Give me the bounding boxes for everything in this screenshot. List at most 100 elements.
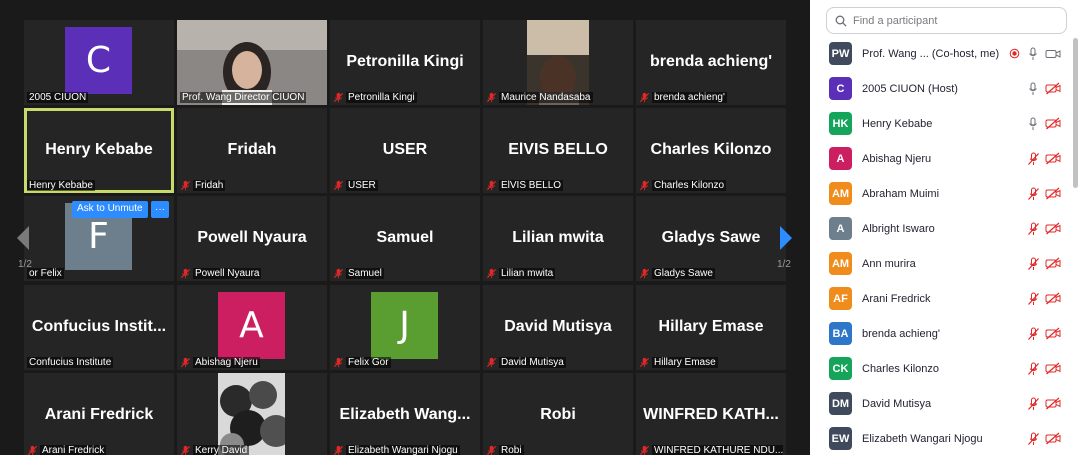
participant-video-tile[interactable]: A Abishag Njeru [177, 285, 327, 370]
participant-search-input[interactable] [853, 14, 1053, 27]
mic-muted-icon [639, 92, 650, 103]
participant-display-name: Henry Kebabe [45, 140, 153, 158]
participant-avatar: HK [829, 112, 852, 135]
participant-list-item[interactable]: BA brenda achieng' [810, 316, 1072, 351]
mic-muted-icon [180, 357, 191, 368]
participant-mic-button[interactable] [1025, 291, 1041, 307]
participant-name-text: Elizabeth Wangari Njogu [346, 445, 460, 455]
participant-name-label: 2005 CIUON [27, 92, 171, 103]
ask-to-unmute-button[interactable]: Ask to Unmute [72, 201, 148, 218]
mic-muted-icon [27, 445, 38, 455]
participant-name-text: David Mutisya [499, 357, 566, 368]
participant-mic-button[interactable] [1025, 431, 1041, 447]
participant-display-name: Confucius Instit... [31, 317, 167, 335]
participant-video-button[interactable] [1045, 186, 1061, 202]
participant-video-tile[interactable]: Prof. Wang Director CIUON [177, 20, 327, 105]
participant-display-name: Robi [540, 405, 576, 423]
participant-mic-button[interactable] [1025, 256, 1041, 272]
participant-video-button[interactable] [1045, 221, 1061, 237]
participant-list-item[interactable]: AF Arani Fredrick [810, 281, 1072, 316]
participant-mic-button[interactable] [1025, 116, 1041, 132]
chevron-left-icon [17, 226, 29, 250]
participant-mic-button[interactable] [1025, 186, 1041, 202]
mic-muted-icon [333, 445, 344, 455]
participant-video-tile[interactable]: Maurice Nandasaba [483, 20, 633, 105]
participant-display-name: Gladys Sawe [661, 228, 761, 246]
participant-video-tile[interactable]: Fridah Fridah [177, 108, 327, 193]
participant-video-tile[interactable]: Hillary Emase Hillary Emase [636, 285, 786, 370]
participant-video-tile[interactable]: C 2005 CIUON [24, 20, 174, 105]
participant-list-item[interactable]: A Albright Iswaro [810, 211, 1072, 246]
participant-video-tile[interactable]: Henry Kebabe Henry Kebabe [24, 108, 174, 193]
participant-video-tile[interactable]: Elizabeth Wang... Elizabeth Wangari Njogu [330, 373, 480, 455]
participant-avatar: EW [829, 427, 852, 450]
participant-avatar: J [371, 292, 438, 359]
participant-video-button[interactable] [1045, 116, 1061, 132]
participant-name-label: Maurice Nandasaba [486, 92, 630, 103]
mic-muted-icon [639, 357, 650, 368]
participant-video-tile[interactable]: Samuel Samuel [330, 196, 480, 281]
participant-list-item[interactable]: DM David Mutisya [810, 386, 1072, 421]
participant-video-tile[interactable]: Kerry David [177, 373, 327, 455]
participant-name-text: Prof. Wang Director CIUON [180, 92, 307, 103]
participant-video-button[interactable] [1045, 151, 1061, 167]
video-off-icon [1045, 222, 1061, 235]
participant-video-tile[interactable]: Arani Fredrick Arani Fredrick [24, 373, 174, 455]
participant-video-tile[interactable]: Lilian mwita Lilian mwita [483, 196, 633, 281]
participant-video-button[interactable] [1045, 256, 1061, 272]
participant-video-tile[interactable]: David Mutisya David Mutisya [483, 285, 633, 370]
participant-mic-button[interactable] [1025, 81, 1041, 97]
participant-avatar: AM [829, 182, 852, 205]
participant-video-tile[interactable]: Powell Nyaura Powell Nyaura [177, 196, 327, 281]
participant-video-tile[interactable]: Gladys Sawe Gladys Sawe [636, 196, 786, 281]
participant-video-tile[interactable]: USER USER [330, 108, 480, 193]
participant-name: Henry Kebabe [862, 117, 933, 130]
page-indicator-right: 1/2 [777, 259, 791, 270]
video-camera-icon [1045, 49, 1061, 58]
participant-avatar: A [829, 217, 852, 240]
participant-video-tile[interactable]: Confucius Instit... Confucius Institute [24, 285, 174, 370]
chevron-right-icon [780, 226, 792, 250]
mic-muted-icon [639, 268, 650, 279]
participant-mic-button[interactable] [1025, 151, 1041, 167]
participant-list-item[interactable]: EW Elizabeth Wangari Njogu [810, 421, 1072, 455]
participant-list-item[interactable]: A Abishag Njeru [810, 141, 1072, 176]
participant-video-tile[interactable]: ElVIS BELLO ElVIS BELLO [483, 108, 633, 193]
participant-avatar: A [218, 292, 285, 359]
participant-video-tile[interactable]: Robi Robi [483, 373, 633, 455]
participant-name-text: Kerry David [193, 445, 250, 455]
participant-name-text: Fridah [193, 180, 226, 191]
participant-video-button[interactable] [1045, 326, 1061, 342]
participant-mic-button[interactable] [1025, 326, 1041, 342]
participant-list-item[interactable]: C 2005 CIUON (Host) [810, 71, 1072, 106]
participant-name-label: Samuel [333, 268, 477, 279]
participant-mic-button[interactable] [1025, 221, 1041, 237]
participant-video-tile[interactable]: J Felix Gor [330, 285, 480, 370]
participant-video-tile[interactable]: Petronilla Kingi Petronilla Kingi [330, 20, 480, 105]
participant-video-button[interactable] [1045, 431, 1061, 447]
participant-list-item[interactable]: AM Abraham Muimi [810, 176, 1072, 211]
participant-video-tile[interactable]: brenda achieng' brenda achieng' [636, 20, 786, 105]
participant-list-item[interactable]: PW Prof. Wang ... (Co-host, me) [810, 36, 1072, 71]
participant-mic-button[interactable] [1025, 46, 1041, 62]
participant-video-button[interactable] [1045, 291, 1061, 307]
participant-video-tile[interactable]: WINFRED KATH... WINFRED KATHURE NDU... [636, 373, 786, 455]
more-options-button[interactable]: ··· [151, 201, 169, 218]
mic-icon [1029, 117, 1037, 130]
participant-mic-button[interactable] [1025, 361, 1041, 377]
participant-name-text: Henry Kebabe [27, 180, 95, 191]
scrollbar-thumb[interactable] [1073, 38, 1078, 188]
participant-list-item[interactable]: AM Ann murira [810, 246, 1072, 281]
participant-video-button[interactable] [1045, 46, 1061, 62]
participant-video-button[interactable] [1045, 81, 1061, 97]
participant-video-tile[interactable]: Charles Kilonzo Charles Kilonzo [636, 108, 786, 193]
participant-mic-button[interactable] [1025, 396, 1041, 412]
participant-search-box[interactable] [826, 7, 1067, 34]
participant-video-button[interactable] [1045, 396, 1061, 412]
participant-name-text: Powell Nyaura [193, 268, 262, 279]
participant-list-item[interactable]: CK Charles Kilonzo [810, 351, 1072, 386]
participant-list-item[interactable]: HK Henry Kebabe [810, 106, 1072, 141]
video-off-icon [1045, 327, 1061, 340]
participant-video-button[interactable] [1045, 361, 1061, 377]
participant-name-label: Gladys Sawe [639, 268, 783, 279]
